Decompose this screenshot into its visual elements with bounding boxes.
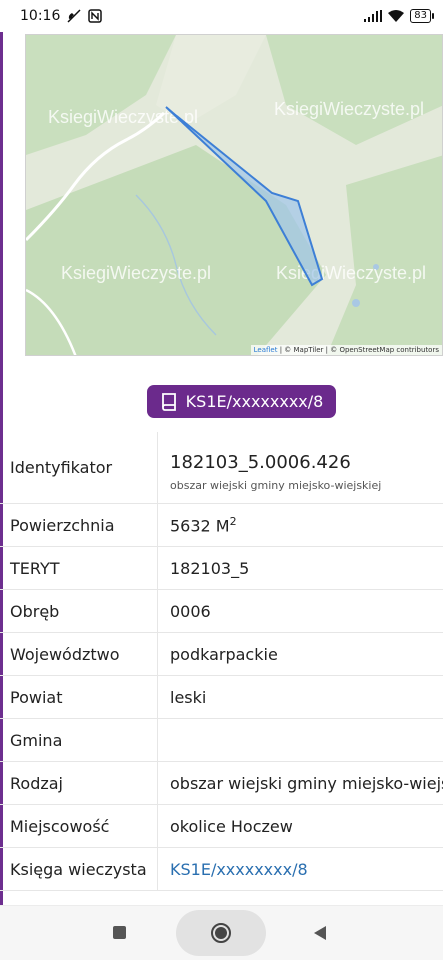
row-value: 0006 (170, 601, 211, 621)
area-value: 5632 M2 (158, 515, 443, 535)
home-button[interactable] (176, 910, 266, 956)
table-row-area: Powierzchnia 5632 M2 (0, 504, 443, 547)
area-number: 5632 M (170, 516, 230, 536)
leaflet-link[interactable]: Leaflet (254, 346, 278, 354)
back-icon[interactable] (314, 926, 326, 940)
attribution-text: | © MapTiler | © OpenStreetMap contribut… (277, 346, 439, 354)
pond (352, 299, 360, 307)
signal-icon (364, 10, 383, 22)
map-watermark: KsiegiWieczyste.pl (276, 263, 426, 283)
table-row-land-registry: Księga wieczysta KS1E/xxxxxxxx/8 (0, 848, 443, 891)
table-row: Powiat leski (0, 676, 443, 719)
table-row-identifier: Identyfikator 182103_5.0006.426 obszar w… (0, 432, 443, 504)
book-icon (161, 392, 176, 411)
no-call-icon (67, 9, 81, 23)
map-watermark: KsiegiWieczyste.pl (274, 99, 424, 119)
wifi-icon (388, 10, 405, 22)
table-row: Województwo podkarpackie (0, 633, 443, 676)
map-canvas: KsiegiWieczyste.pl KsiegiWieczyste.pl Ks… (26, 35, 442, 355)
land-registry-link[interactable]: KS1E/xxxxxxxx/8 (158, 860, 443, 879)
row-label: Obręb (0, 590, 158, 632)
land-registry-button-label: KS1E/xxxxxxxx/8 (185, 392, 324, 411)
row-label: TERYT (0, 547, 158, 589)
row-value: obszar wiejski gminy miejsko-wiejskiej (170, 773, 443, 793)
row-label: Województwo (0, 633, 158, 675)
identifier-value: 182103_5.0006.426 (170, 451, 351, 473)
land-registry-button[interactable]: KS1E/xxxxxxxx/8 (147, 385, 336, 418)
table-row: Obręb 0006 (0, 590, 443, 633)
row-label: Rodzaj (0, 762, 158, 804)
home-icon (211, 923, 231, 943)
row-label: Powiat (0, 676, 158, 718)
parcel-map[interactable]: KsiegiWieczyste.pl KsiegiWieczyste.pl Ks… (25, 34, 443, 356)
row-value: okolice Hoczew (170, 816, 293, 836)
table-row: Miejscowość okolice Hoczew (0, 805, 443, 848)
row-value: podkarpackie (170, 644, 278, 664)
area-unit-superscript: 2 (229, 514, 237, 528)
table-row: TERYT 182103_5 (0, 547, 443, 590)
table-row: Gmina (0, 719, 443, 762)
system-nav-bar (0, 906, 443, 960)
row-value: leski (170, 687, 207, 707)
nfc-icon (88, 9, 103, 23)
map-watermark: KsiegiWieczyste.pl (61, 263, 211, 283)
row-label: Księga wieczysta (0, 848, 158, 890)
row-label: Gmina (0, 719, 158, 761)
row-label: Miejscowość (0, 805, 158, 847)
identifier-subtitle: obszar wiejski gminy miejsko-wiejskiej (170, 478, 382, 492)
battery-icon: 83 (410, 9, 434, 23)
row-label: Powierzchnia (0, 504, 158, 546)
row-value: 182103_5.0006.426 obszar wiejski gminy m… (158, 444, 443, 492)
row-value: 182103_5 (170, 558, 250, 578)
row-label: Identyfikator (0, 432, 158, 503)
map-attribution: Leaflet | © MapTiler | © OpenStreetMap c… (250, 345, 442, 355)
recent-apps-icon[interactable] (113, 926, 126, 939)
table-row: Rodzaj obszar wiejski gminy miejsko-wiej… (0, 762, 443, 805)
status-time: 10:16 (20, 8, 61, 24)
parcel-info-table: Identyfikator 182103_5.0006.426 obszar w… (0, 432, 443, 891)
status-bar: 10:16 83 (0, 0, 443, 32)
